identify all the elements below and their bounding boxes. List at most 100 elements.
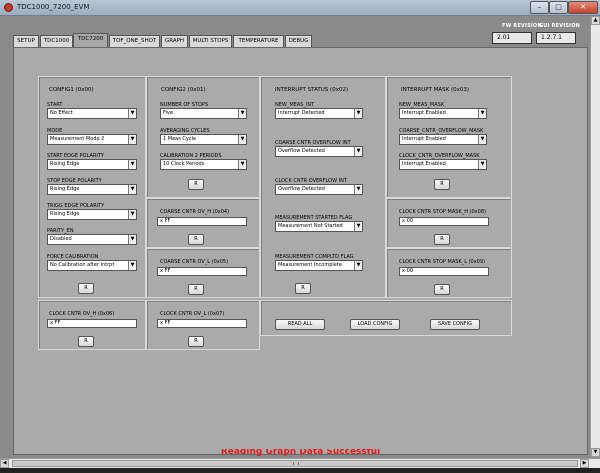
config2-panel: CONFIG2 (0x01) NUMBER OF STOPS Five ▼ AVE… (146, 76, 260, 198)
meas-compltd-value: Measurement Incomplete (278, 262, 342, 268)
read-all-button[interactable]: READ ALL (275, 319, 325, 330)
meas-started-dropdown[interactable]: Measurement Not Started ▼ (275, 221, 363, 232)
config2-read-button[interactable]: R (188, 179, 204, 190)
hex-prefix: x (402, 268, 405, 274)
minimize-button[interactable]: – (530, 1, 549, 14)
coarse-ovl-value: FF (164, 268, 171, 274)
clock-ovh-read-button[interactable]: R (78, 336, 94, 347)
grip-icon (293, 462, 299, 465)
tab-debug[interactable]: DEBUG (285, 35, 312, 47)
chevron-down-icon: ▼ (354, 261, 362, 270)
hex-prefix: x (160, 320, 163, 326)
parity-dropdown[interactable]: Disabled ▼ (47, 234, 137, 245)
stop-mask-h-read-button[interactable]: R (434, 234, 450, 245)
interrupt-mask-read-button[interactable]: R (434, 179, 450, 190)
coarse-ovl-read-button[interactable]: R (188, 284, 204, 295)
clock-ovh-field[interactable]: x FF (47, 319, 137, 328)
coarse-overflow-mask-dropdown[interactable]: Interrupt Enabled ▼ (399, 134, 487, 145)
window-bottom-edge (0, 468, 600, 473)
scroll-left-icon[interactable]: ◀ (0, 459, 9, 468)
stop-mask-h-field[interactable]: x 00 (399, 217, 489, 226)
stop-edge-dropdown[interactable]: Rising Edge ▼ (47, 184, 137, 195)
status-bar: Reading Graph Data Successful (13, 449, 588, 458)
stop-edge-value: Rising Edge (50, 186, 80, 192)
stop-mask-l-field[interactable]: x 00 (399, 267, 489, 276)
clock-ovl-read-button[interactable]: R (188, 336, 204, 347)
coarse-ovl-field[interactable]: x FF (157, 267, 247, 276)
hex-prefix: x (402, 218, 405, 224)
save-config-button[interactable]: SAVE CONFIG (430, 319, 480, 330)
start-edge-dropdown[interactable]: Rising Edge ▼ (47, 159, 137, 170)
interrupt-status-panel: INTERRUPT STATUS (0x02) NEW_MEAS_INT Int… (260, 76, 386, 298)
tab-graph[interactable]: GRAPH (161, 35, 188, 47)
chevron-down-icon: ▼ (128, 235, 136, 244)
coarse-overflow-mask-value: Interrupt Enabled (402, 136, 446, 142)
config1-read-button[interactable]: R (78, 283, 94, 294)
tab-setup[interactable]: SETUP (13, 35, 39, 47)
trigg-edge-dropdown[interactable]: Rising Edge ▼ (47, 209, 137, 220)
num-stops-dropdown[interactable]: Five ▼ (160, 108, 247, 119)
new-meas-mask-dropdown[interactable]: Interrupt Enabled ▼ (399, 108, 487, 119)
interrupt-status-read-button[interactable]: R (295, 283, 311, 294)
tab-multi-stops[interactable]: MULTI STOPS (189, 35, 232, 47)
meas-started-value: Measurement Not Started (278, 223, 343, 229)
close-button[interactable]: ✕ (568, 1, 598, 14)
clock-overflow-int-dropdown[interactable]: Overflow Detected ▼ (275, 184, 363, 195)
clock-overflow-int-value: Overflow Detected (278, 186, 325, 192)
parity-value: Disabled (50, 236, 72, 242)
clock-ovl-value: FF (164, 320, 171, 326)
mode-dropdown[interactable]: Measurement Mode 2 ▼ (47, 134, 137, 145)
chevron-down-icon: ▼ (478, 109, 486, 118)
meas-compltd-dropdown[interactable]: Measurement Incomplete ▼ (275, 260, 363, 271)
trigg-edge-value: Rising Edge (50, 211, 80, 217)
scroll-up-icon[interactable]: ▲ (591, 16, 600, 25)
coarse-overflow-int-dropdown[interactable]: Overflow Detected ▼ (275, 146, 363, 157)
chevron-down-icon: ▼ (238, 135, 246, 144)
coarse-ovh-read-button[interactable]: R (188, 234, 204, 245)
gui-revision-value: 1.2.7.1 (536, 32, 576, 44)
config1-panel: CONFIG1 (0x00) START No Effect ▼ MODE Mea… (38, 76, 146, 298)
stop-mask-h-title: CLOCK CNTR STOP MASK_H (0x08) (399, 209, 486, 215)
num-stops-value: Five (163, 110, 173, 116)
clock-ovh-panel: CLOCK CNTR OV_H (0x06) x FF R (38, 300, 146, 350)
tdc7200-tab-content: CONFIG1 (0x00) START No Effect ▼ MODE Mea… (13, 47, 588, 455)
stop-mask-l-read-button[interactable]: R (434, 284, 450, 295)
tab-tdc7200[interactable]: TDC7200 (73, 33, 108, 47)
maximize-button[interactable]: □ (549, 1, 568, 14)
clock-ovl-field[interactable]: x FF (157, 319, 247, 328)
config2-title: CONFIG2 (0x01) (161, 87, 206, 93)
load-config-button[interactable]: LOAD CONFIG (350, 319, 400, 330)
stop-mask-h-value: 00 (406, 218, 413, 224)
horizontal-scroll-thumb[interactable] (12, 460, 578, 467)
chevron-down-icon: ▼ (354, 222, 362, 231)
interrupt-status-title: INTERRUPT STATUS (0x02) (275, 87, 349, 93)
horizontal-scrollbar[interactable]: ◀ ▶ (0, 458, 600, 468)
cal2-periods-dropdown[interactable]: 10 Clock Periods ▼ (160, 159, 247, 170)
new-meas-int-dropdown[interactable]: Interrupt Detected ▼ (275, 108, 363, 119)
coarse-ovh-field[interactable]: x FF (157, 217, 247, 226)
chevron-down-icon: ▼ (128, 261, 136, 270)
force-cal-value: No Calibration after intrpt (50, 262, 115, 268)
vertical-scrollbar[interactable]: ▲ ▼ (590, 16, 600, 457)
avg-cycles-value: 1 Meas Cycle (163, 136, 197, 142)
chevron-down-icon: ▼ (478, 135, 486, 144)
window-title: TDC1000_7200_EVM (17, 3, 90, 11)
avg-cycles-dropdown[interactable]: 1 Meas Cycle ▼ (160, 134, 247, 145)
scroll-down-icon[interactable]: ▼ (591, 448, 600, 457)
force-cal-dropdown[interactable]: No Calibration after intrpt ▼ (47, 260, 137, 271)
start-dropdown[interactable]: No Effect ▼ (47, 108, 137, 119)
clock-ovl-title: CLOCK CNTR OV_L (0x07) (160, 311, 225, 317)
stop-mask-h-panel: CLOCK CNTR STOP MASK_H (0x08) x 00 R (386, 198, 512, 248)
clock-ovh-title: CLOCK CNTR OV_H (0x06) (49, 311, 115, 317)
hex-prefix: x (160, 268, 163, 274)
coarse-ovl-title: COARSE CNTR OV_L (0x05) (160, 259, 229, 265)
tab-temperature[interactable]: TEMPERATURE (233, 35, 284, 47)
tab-tof-one-shot[interactable]: TOF_ONE_SHOT (109, 35, 160, 47)
scroll-right-icon[interactable]: ▶ (580, 459, 589, 468)
clock-overflow-mask-value: Interrupt Enabled (402, 161, 446, 167)
clock-overflow-mask-dropdown[interactable]: Interrupt Enabled ▼ (399, 159, 487, 170)
mode-value: Measurement Mode 2 (50, 136, 105, 142)
hex-prefix: x (160, 218, 163, 224)
chevron-down-icon: ▼ (354, 185, 362, 194)
tab-tdc1000[interactable]: TDC1000 (40, 35, 73, 47)
